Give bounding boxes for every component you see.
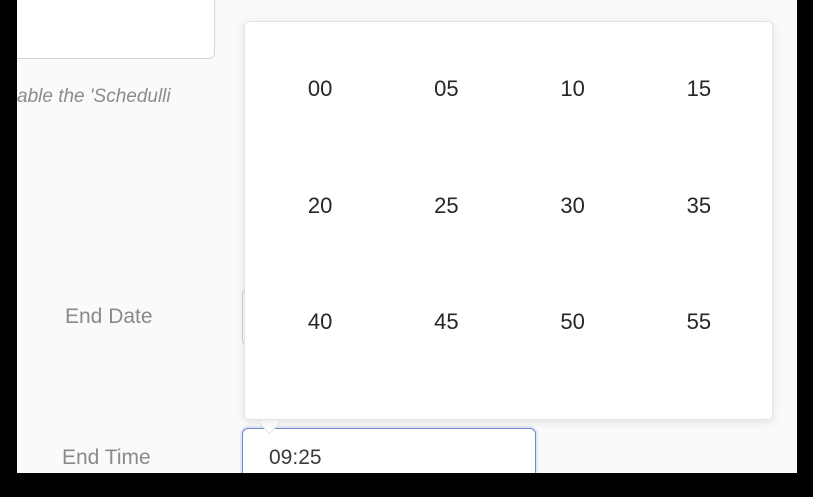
minute-option-00[interactable]: 00: [257, 52, 383, 169]
minute-grid: 00 05 10 15 20 25 30 35 40 45 50 55: [257, 52, 762, 402]
minute-option-30[interactable]: 30: [510, 169, 636, 286]
minute-option-45[interactable]: 45: [383, 285, 509, 402]
minute-option-40[interactable]: 40: [257, 285, 383, 402]
text-area[interactable]: [17, 0, 215, 59]
minute-option-50[interactable]: 50: [510, 285, 636, 402]
minute-option-25[interactable]: 25: [383, 169, 509, 286]
minute-option-35[interactable]: 35: [636, 169, 762, 286]
minute-option-10[interactable]: 10: [510, 52, 636, 169]
end-date-label: End Date: [65, 305, 153, 328]
minute-option-55[interactable]: 55: [636, 285, 762, 402]
minute-picker-popup: 00 05 10 15 20 25 30 35 40 45 50 55: [244, 21, 773, 420]
end-time-label: End Time: [62, 446, 151, 469]
end-time-input[interactable]: [242, 428, 536, 473]
minute-option-15[interactable]: 15: [636, 52, 762, 169]
minute-option-05[interactable]: 05: [383, 52, 509, 169]
minute-option-20[interactable]: 20: [257, 169, 383, 286]
hint-text: able the 'Schedulli: [17, 86, 171, 107]
screen: able the 'Schedulli End Date End Time 00…: [0, 0, 813, 497]
